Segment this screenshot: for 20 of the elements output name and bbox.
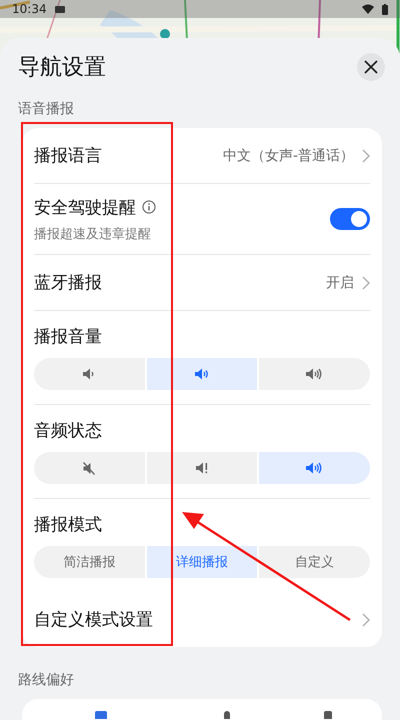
settings-row[interactable]: 蓝牙播报 开启 xyxy=(34,255,370,311)
row-label: 安全驾驶提醒 xyxy=(34,196,136,218)
row-label: 音频状态 xyxy=(34,420,103,442)
segment-option[interactable]: 简洁播报 xyxy=(34,546,145,578)
settings-row[interactable]: 自定义模式设置 xyxy=(34,592,370,647)
row-value: 开启 xyxy=(326,274,354,292)
row-value: 中文（女声-普通话） xyxy=(222,146,354,164)
row-label: 自定义模式设置 xyxy=(34,609,154,631)
row-label: 蓝牙播报 xyxy=(34,272,103,294)
section-title: 语音播报 xyxy=(18,100,75,118)
section-title: 路线偏好 xyxy=(18,671,75,689)
row-subtitle: 播报超速及违章提醒 xyxy=(34,226,152,242)
row-label: 播报音量 xyxy=(34,326,103,348)
row-label: 播报语言 xyxy=(34,145,103,167)
segment-option[interactable]: 详细播报 xyxy=(146,546,258,578)
row-label: 播报模式 xyxy=(34,514,103,536)
sheet-title: 导航设置 xyxy=(18,54,106,82)
status-time: 10:34 xyxy=(12,2,47,16)
settings-row[interactable]: 播报语言 中文（女声-普通话） xyxy=(34,128,370,184)
segment-option[interactable]: 自定义 xyxy=(259,546,370,578)
